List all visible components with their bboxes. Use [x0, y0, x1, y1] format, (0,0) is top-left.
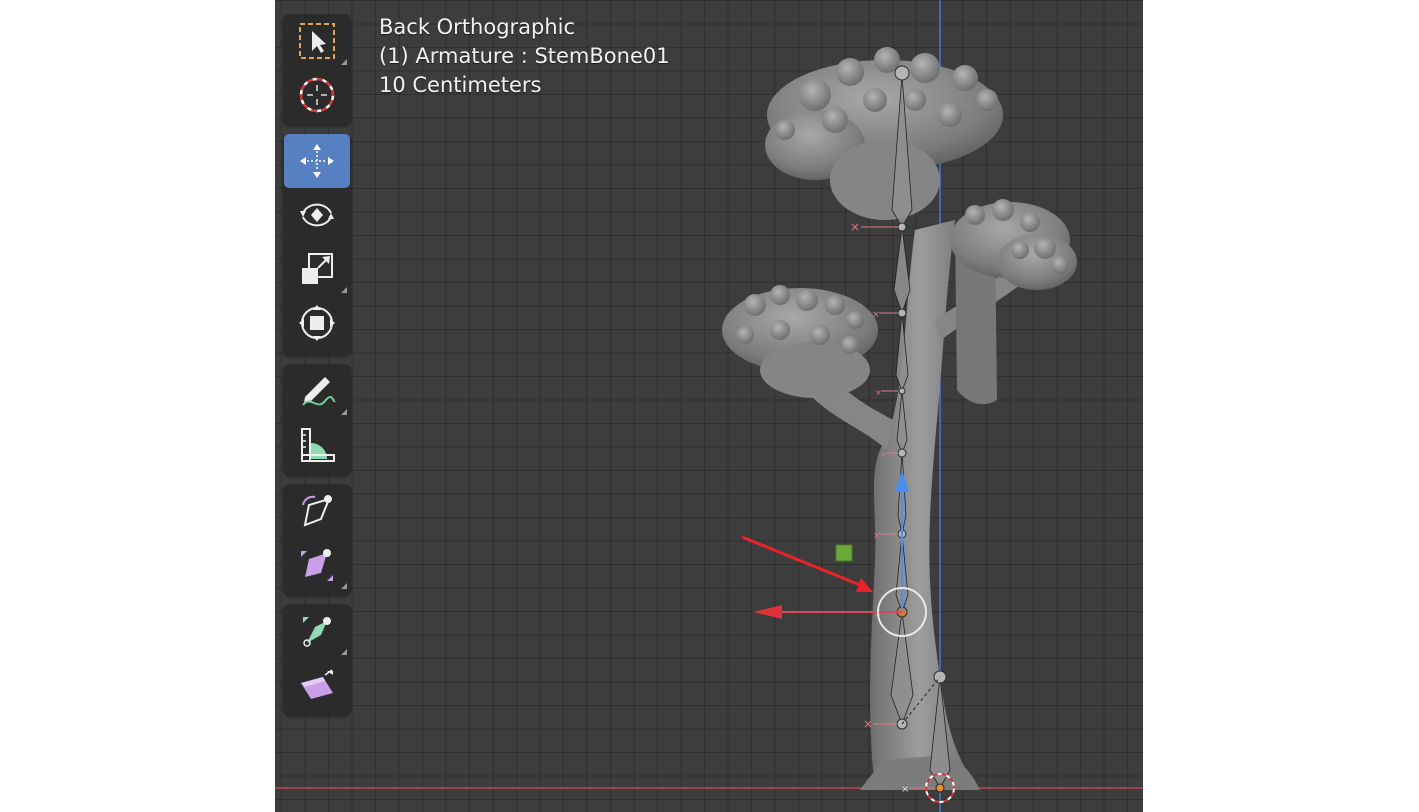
- bone-roll-icon: [302, 495, 332, 527]
- svg-text:×: ×: [872, 310, 880, 320]
- tool-roll[interactable]: [284, 484, 350, 538]
- tool-bone-size[interactable]: [284, 538, 350, 592]
- tool-bone-envelope[interactable]: [284, 604, 350, 658]
- transform-icon: [299, 305, 335, 341]
- toolbar-group-extrude: [283, 604, 351, 716]
- bone-size-icon: [301, 549, 333, 581]
- active-object-label: (1) Armature : StemBone01: [379, 44, 670, 68]
- svg-text:×: ×: [875, 388, 882, 397]
- tool-scale[interactable]: [284, 242, 350, 296]
- extrude-icon: [301, 669, 333, 699]
- tool-select-box[interactable]: [284, 14, 350, 68]
- scale-icon: [302, 253, 333, 284]
- svg-text:×: ×: [873, 531, 881, 541]
- tool-transform[interactable]: [284, 296, 350, 350]
- toolbar-group-bone: [283, 484, 351, 596]
- svg-text:×: ×: [901, 784, 909, 795]
- tool-rotate[interactable]: [284, 188, 350, 242]
- svg-text:×: ×: [880, 450, 887, 459]
- annotation-arrow: [741, 535, 873, 592]
- annotate-icon: [302, 377, 336, 406]
- tool-annotate[interactable]: [284, 364, 350, 418]
- tool-measure[interactable]: [284, 418, 350, 472]
- select-box-icon: [299, 23, 335, 59]
- measure-icon: [301, 428, 335, 462]
- 3d-viewport[interactable]: × × × × × × × × Back Orthographic (1) Ar…: [275, 0, 1143, 812]
- scene-canvas[interactable]: × × × × × × × ×: [275, 0, 1143, 812]
- svg-text:×: ×: [863, 717, 873, 731]
- bone-envelope-icon: [303, 617, 331, 647]
- toolbar-group-annotate: [283, 364, 351, 476]
- view-name-label: Back Orthographic: [379, 15, 576, 39]
- move-icon: [300, 144, 334, 178]
- tool-cursor[interactable]: [284, 68, 350, 122]
- toolbar-group-select: [283, 14, 351, 126]
- tool-move[interactable]: [284, 134, 350, 188]
- tool-extrude[interactable]: [284, 658, 350, 712]
- rotate-icon: [300, 203, 334, 227]
- toolbar-group-transform: [283, 134, 351, 356]
- cursor-icon: [299, 77, 335, 113]
- grid-scale-label: 10 Centimeters: [379, 73, 542, 97]
- svg-text:×: ×: [850, 220, 860, 234]
